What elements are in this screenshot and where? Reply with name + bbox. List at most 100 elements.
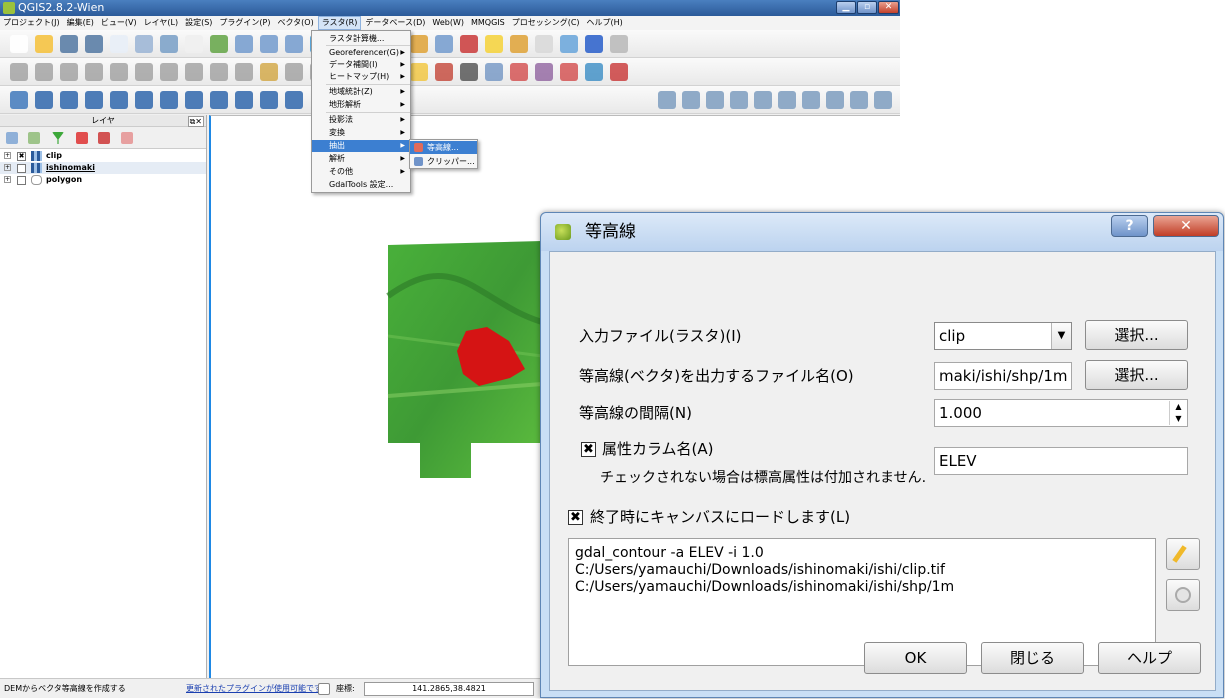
extract-submenu-item-1[interactable]: クリッパー... (410, 155, 477, 168)
layer-visibility-checkbox[interactable]: ✖ (17, 152, 26, 161)
toolbar-2-tool-2-icon[interactable] (60, 63, 78, 81)
toolbar-1-tool-20-icon[interactable] (510, 35, 528, 53)
interval-spinbox[interactable]: 1.000 ▲ ▼ (934, 399, 1188, 427)
toolbar-3-tool-11-icon[interactable] (285, 91, 303, 109)
raster-menu-item-5[interactable]: 地形解析 ▶ (312, 99, 410, 111)
output-select-button[interactable]: 選択... (1085, 360, 1188, 390)
raster-menu-item-8[interactable]: 抽出 ▶ (312, 140, 410, 152)
menu-12[interactable]: ヘルプ(H) (584, 16, 626, 30)
reset-command-button[interactable] (1166, 579, 1200, 611)
toolbar-1-tool-18-icon[interactable] (460, 35, 478, 53)
toolbar-1-tool-19-icon[interactable] (485, 35, 503, 53)
raster-menu-item-1[interactable]: Georeferencer(G) ▶ (312, 47, 410, 59)
raster-menu-item-2[interactable]: データ補間(I) ▶ (312, 59, 410, 71)
toolbar-2-tool-17-icon[interactable] (435, 63, 453, 81)
extract-submenu-item-0[interactable]: 等高線... (410, 141, 477, 154)
output-file-field[interactable]: maki/ishi/shp/1m (934, 362, 1072, 390)
chevron-down-icon[interactable]: ▼ (1051, 323, 1071, 349)
toolbar-2-tool-8-icon[interactable] (210, 63, 228, 81)
menu-8[interactable]: データベース(D) (362, 16, 428, 30)
menu-3[interactable]: レイヤ(L) (141, 16, 181, 30)
help-button[interactable]: ヘルプ (1098, 642, 1201, 674)
expand-icon[interactable]: + (4, 152, 11, 159)
minimize-button[interactable]: ▁ (836, 1, 856, 14)
ok-button[interactable]: OK (864, 642, 967, 674)
maximize-button[interactable]: ▫ (857, 1, 877, 14)
toolbar-1-tool-22-icon[interactable] (560, 35, 578, 53)
menu-10[interactable]: MMQGIS (468, 16, 508, 30)
toolbar-3-tool-5-icon[interactable] (135, 91, 153, 109)
toolbar-1-tool-21-icon[interactable] (535, 35, 553, 53)
spin-down-icon[interactable]: ▼ (1169, 413, 1187, 425)
toolbar-3-tool-3-icon[interactable] (85, 91, 103, 109)
toolbar-3-tool-9-icon[interactable] (235, 91, 253, 109)
toolbar-2-tool-18-icon[interactable] (460, 63, 478, 81)
toolbar-2-tool-9-icon[interactable] (235, 63, 253, 81)
toolbar-1-tool-23-icon[interactable] (585, 35, 603, 53)
attribute-name-field[interactable]: ELEV (934, 447, 1188, 475)
toolbar-2-tool-5-icon[interactable] (135, 63, 153, 81)
raster-menu-item-0[interactable]: ラスタ計算機... (312, 33, 410, 45)
expand-icon[interactable]: + (4, 176, 11, 183)
toolbar-3-right-tool-7-icon[interactable] (826, 91, 844, 109)
toolbar-3-tool-10-icon[interactable] (260, 91, 278, 109)
open-layer-styling-icon[interactable] (6, 132, 18, 144)
toolbar-2-tool-3-icon[interactable] (85, 63, 103, 81)
dialog-close-button[interactable]: ✕ (1153, 215, 1219, 237)
toolbar-3-right-tool-6-icon[interactable] (802, 91, 820, 109)
toolbar-1-tool-17-icon[interactable] (435, 35, 453, 53)
edit-command-button[interactable] (1166, 538, 1200, 570)
visibility-icon[interactable] (28, 132, 40, 144)
expand-icon[interactable]: + (4, 164, 11, 171)
layer-visibility-checkbox[interactable] (17, 164, 26, 173)
load-on-finish-checkbox[interactable]: ✖ (568, 510, 583, 525)
toolbar-2-tool-4-icon[interactable] (110, 63, 128, 81)
dialog-help-button[interactable]: ? (1111, 215, 1148, 237)
toolbar-2-tool-16-icon[interactable] (410, 63, 428, 81)
toolbar-3-tool-0-icon[interactable] (10, 91, 28, 109)
menu-9[interactable]: Web(W) (429, 16, 467, 30)
menu-7[interactable]: ラスタ(R) (317, 16, 362, 30)
toolbar-1-tool-1-icon[interactable] (35, 35, 53, 53)
toolbar-1-tool-4-icon[interactable] (110, 35, 128, 53)
toolbar-1-tool-6-icon[interactable] (160, 35, 178, 53)
menu-5[interactable]: プラグイン(P) (216, 16, 273, 30)
toolbar-1-tool-5-icon[interactable] (135, 35, 153, 53)
toolbar-3-right-tool-3-icon[interactable] (730, 91, 748, 109)
toolbar-1-tool-0-icon[interactable] (10, 35, 28, 53)
layer-item-ishinomaki[interactable]: + ishinomaki (0, 162, 206, 174)
close-button[interactable]: 閉じる (981, 642, 1084, 674)
raster-menu-item-10[interactable]: その他 ▶ (312, 166, 410, 178)
toolbar-1-tool-9-icon[interactable] (235, 35, 253, 53)
menu-6[interactable]: ベクタ(O) (275, 16, 317, 30)
raster-menu-item-11[interactable]: GdalTools 設定... (312, 179, 410, 191)
toolbar-1-tool-2-icon[interactable] (60, 35, 78, 53)
window-close-button[interactable]: ✕ (878, 1, 899, 14)
layer-item-clip[interactable]: + ✖ clip (0, 150, 206, 162)
coordinate-field[interactable]: 141.2865,38.4821 (364, 682, 534, 696)
plugin-update-link[interactable]: 更新されたプラグインが使用可能です (186, 679, 322, 699)
dock-float-icon[interactable]: ⧉✕ (187, 116, 204, 127)
toolbar-2-tool-6-icon[interactable] (160, 63, 178, 81)
toolbar-3-right-tool-9-icon[interactable] (874, 91, 892, 109)
toolbar-3-tool-6-icon[interactable] (160, 91, 178, 109)
toolbar-2-tool-21-icon[interactable] (535, 63, 553, 81)
input-select-button[interactable]: 選択... (1085, 320, 1188, 350)
toolbar-1-tool-16-icon[interactable] (410, 35, 428, 53)
raster-menu-item-4[interactable]: 地域統計(Z) ▶ (312, 86, 410, 98)
toolbar-2-tool-11-icon[interactable] (285, 63, 303, 81)
expand-all-icon[interactable] (76, 132, 88, 144)
toolbar-3-right-tool-1-icon[interactable] (682, 91, 700, 109)
collapse-all-icon[interactable] (98, 132, 110, 144)
menu-11[interactable]: プロセッシング(C) (509, 16, 583, 30)
toolbar-3-tool-1-icon[interactable] (35, 91, 53, 109)
raster-menu-item-6[interactable]: 投影法 ▶ (312, 114, 410, 126)
toolbar-2-tool-22-icon[interactable] (560, 63, 578, 81)
toolbar-1-tool-10-icon[interactable] (260, 35, 278, 53)
menu-0[interactable]: プロジェクト(J) (0, 16, 63, 30)
toolbar-1-tool-7-icon[interactable] (185, 35, 203, 53)
raster-menu-item-9[interactable]: 解析 ▶ (312, 153, 410, 165)
input-file-combo[interactable]: clip ▼ (934, 322, 1072, 350)
toolbar-3-tool-2-icon[interactable] (60, 91, 78, 109)
remove-layer-icon[interactable] (121, 132, 133, 144)
